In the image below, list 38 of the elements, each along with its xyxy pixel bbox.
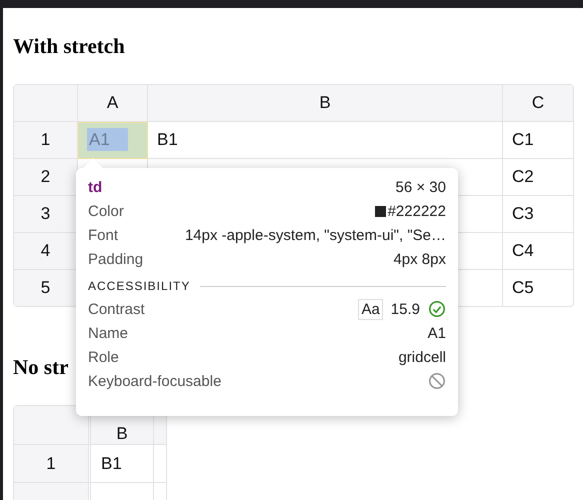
section-heading: No str [13, 355, 68, 380]
property-label: Keyboard-focusable [88, 372, 222, 390]
table-cell: C3 [503, 196, 573, 233]
row-number: 4 [14, 233, 78, 270]
property-value: #222222 [388, 202, 446, 220]
column-header: C [503, 85, 573, 122]
property-label: Role [88, 348, 119, 366]
table-cell: C4 [503, 233, 573, 270]
property-value: A1 [428, 324, 446, 342]
column-header: A [78, 85, 148, 122]
section-heading: ACCESSIBILITY [88, 279, 190, 293]
row-number: 5 [14, 270, 78, 306]
element-tag: td [88, 178, 102, 196]
table-cell: B1 [148, 122, 503, 159]
table-cell: A1 [78, 122, 148, 159]
property-value: 4px 8px [393, 250, 446, 268]
row-number: 1 [14, 122, 78, 159]
table-cell: C1 [503, 122, 573, 159]
column-header: B [148, 85, 503, 122]
property-label: Padding [88, 250, 144, 268]
property-value: gridcell [398, 348, 446, 366]
row-number: 3 [14, 196, 78, 233]
check-icon [428, 300, 446, 318]
row-number: 1 [14, 445, 89, 483]
property-label: Contrast [88, 300, 145, 318]
contrast-sample: Aa [358, 298, 383, 320]
property-label: Font [88, 226, 118, 244]
contrast-value: 15.9 [390, 300, 420, 318]
table-cell-text: C5 [511, 277, 535, 299]
property-label: Name [88, 324, 128, 342]
element-size: 56 × 30 [396, 178, 446, 196]
section-heading: With stretch [13, 34, 125, 59]
table-cell: C2 [503, 159, 573, 196]
not-allowed-icon [428, 372, 446, 390]
row-number: 2 [14, 159, 78, 196]
property-label: Color [88, 202, 124, 220]
property-value: 14px -apple-system, "system-ui", "Se… [184, 226, 446, 244]
table-cell: B1 [91, 445, 154, 483]
